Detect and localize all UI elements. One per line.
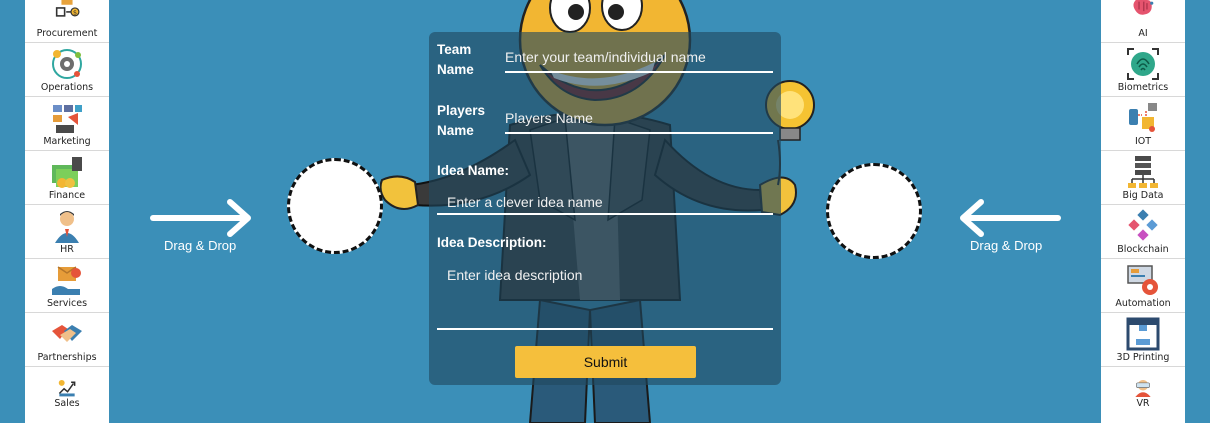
sidebar-item-blockchain[interactable]: Blockchain	[1101, 205, 1185, 259]
vr-icon	[1135, 379, 1151, 397]
sidebar-item-label: VR	[1136, 398, 1150, 409]
sidebar-item-label: Sales	[54, 398, 80, 409]
sidebar-item-vr[interactable]: VR	[1101, 367, 1185, 412]
idea-description-label: Idea Description:	[437, 235, 547, 250]
iot-icon	[1129, 103, 1157, 132]
team-name-label: Team Name	[437, 42, 474, 77]
idea-name-label: Idea Name:	[437, 163, 510, 178]
hr-icon	[55, 211, 79, 243]
services-icon	[52, 266, 81, 295]
sidebar-item-label: Procurement	[36, 28, 98, 39]
left-sidebar: $ Procurement Operations Marketing Finan…	[25, 0, 109, 423]
idea-form: Team Name Players Name Idea Name: Idea D…	[429, 32, 781, 385]
operations-icon	[52, 49, 82, 79]
team-name-input[interactable]	[505, 47, 773, 73]
submit-button[interactable]: Submit	[515, 346, 696, 378]
sidebar-item-label: Partnerships	[37, 352, 97, 363]
idea-description-input[interactable]	[437, 267, 773, 330]
sidebar-item-ai[interactable]: AI	[1101, 0, 1185, 43]
sidebar-item-sales[interactable]: Sales	[25, 367, 109, 412]
sidebar-item-label: 3D Printing	[1116, 352, 1170, 363]
arrow-left-icon	[960, 199, 1061, 237]
sidebar-item-automation[interactable]: Automation	[1101, 259, 1185, 313]
sidebar-item-3d-printing[interactable]: 3D Printing	[1101, 313, 1185, 367]
sidebar-item-label: Automation	[1115, 298, 1171, 309]
sidebar-item-label: Marketing	[43, 136, 91, 147]
sidebar-item-label: IOT	[1134, 136, 1152, 147]
biometrics-icon	[1127, 48, 1159, 80]
arrow-right-icon	[150, 199, 251, 237]
sales-icon	[58, 379, 76, 397]
sidebar-item-biometrics[interactable]: Biometrics	[1101, 43, 1185, 97]
drag-drop-label-left: Drag & Drop	[164, 238, 237, 253]
automation-icon	[1127, 265, 1158, 295]
sidebar-item-label: Operations	[40, 82, 94, 93]
sidebar-item-label: Big Data	[1122, 190, 1164, 201]
drop-zone-left[interactable]	[287, 158, 383, 254]
blockchain-icon	[1128, 209, 1158, 241]
players-name-input[interactable]	[505, 108, 773, 134]
sidebar-item-services[interactable]: Services	[25, 259, 109, 313]
sidebar-item-label: Services	[46, 298, 88, 309]
sidebar-item-label: Finance	[48, 190, 86, 201]
3d-printing-icon	[1126, 317, 1160, 351]
sidebar-item-label: Biometrics	[1117, 82, 1169, 93]
sidebar-item-iot[interactable]: IOT	[1101, 97, 1185, 151]
sidebar-item-big-data[interactable]: Big Data	[1101, 151, 1185, 205]
sidebar-item-label: HR	[60, 244, 74, 255]
sidebar-item-label: AI	[1138, 28, 1148, 39]
idea-name-input[interactable]	[437, 195, 773, 215]
drop-zone-right[interactable]	[826, 163, 922, 259]
sidebar-item-marketing[interactable]: Marketing	[25, 97, 109, 151]
sidebar-item-procurement[interactable]: $ Procurement	[25, 0, 109, 43]
sidebar-item-partnerships[interactable]: Partnerships	[25, 313, 109, 367]
sidebar-item-operations[interactable]: Operations	[25, 43, 109, 97]
right-sidebar: AI Biometrics IOT Big Data Blockchain Au…	[1101, 0, 1185, 423]
partnerships-icon	[52, 325, 82, 342]
sidebar-item-finance[interactable]: Finance	[25, 151, 109, 205]
drag-drop-label-right: Drag & Drop	[970, 238, 1043, 253]
finance-icon	[52, 157, 82, 188]
procurement-icon: $	[55, 0, 80, 17]
sidebar-item-label: Blockchain	[1117, 244, 1169, 255]
sidebar-item-hr[interactable]: HR	[25, 205, 109, 259]
big-data-icon	[1128, 156, 1158, 188]
ai-brain-icon	[1133, 0, 1154, 15]
players-name-label: Players Name	[437, 103, 486, 138]
marketing-icon	[53, 105, 82, 133]
svg-text:$: $	[73, 10, 77, 17]
